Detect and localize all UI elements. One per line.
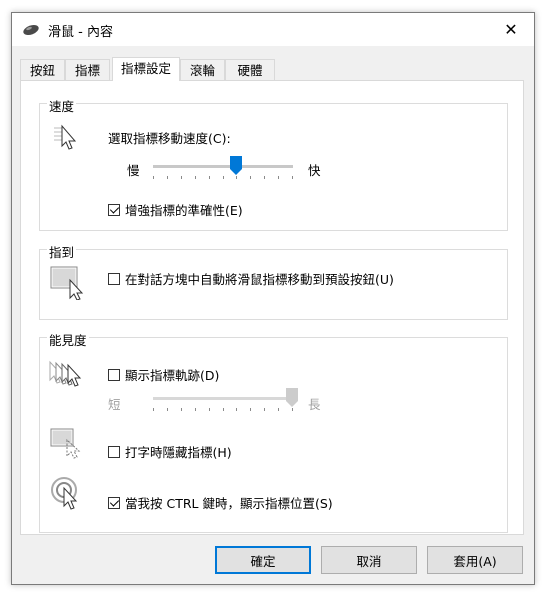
speed-slow-label: 慢 (127, 163, 140, 178)
speed-fast-label: 快 (308, 163, 321, 178)
slider-tick (278, 408, 279, 411)
speed-label: 選取指標移動速度(C): (108, 131, 231, 146)
tab-hardware[interactable]: 硬體 (225, 59, 275, 80)
mouse-properties-window: 滑鼠 - 內容 ✕ 按鈕 指標 指標設定 滾輪 硬體 速度 選取指標移動速度(C… (11, 12, 535, 585)
trails-slider-ticks (153, 408, 293, 412)
show-location-icon (51, 477, 78, 510)
slider-tick (209, 408, 210, 411)
speed-slider-track (153, 165, 293, 168)
pointer-speed-icon (54, 124, 77, 150)
speed-slider[interactable] (153, 156, 293, 184)
slider-tick (181, 176, 182, 179)
cancel-button[interactable]: 取消 (321, 546, 417, 574)
snap-to-group: 指到 在對話方塊中自動將滑鼠指標移動到預設按鈕(U) (39, 242, 508, 320)
slider-tick (264, 176, 265, 179)
slider-tick (236, 408, 237, 411)
slider-tick (236, 176, 237, 179)
speed-slider-ticks (153, 176, 293, 180)
enhance-precision-row[interactable]: 增強指標的準確性(E) (108, 200, 243, 219)
slider-tick (195, 176, 196, 179)
apply-button[interactable]: 套用(A) (427, 546, 523, 574)
tab-wheel[interactable]: 滾輪 (180, 59, 225, 80)
show-location-checkbox[interactable] (108, 496, 120, 509)
title-bar: 滑鼠 - 內容 ✕ (12, 13, 534, 46)
snap-to-group-title: 指到 (47, 242, 77, 261)
enhance-precision-label: 增強指標的準確性(E) (125, 203, 243, 218)
show-location-row[interactable]: 當我按 CTRL 鍵時，顯示指標位置(S) (108, 493, 333, 512)
pointer-trails-label: 顯示指標軌跡(D) (125, 368, 220, 383)
speed-slider-thumb[interactable] (230, 156, 242, 176)
close-icon: ✕ (504, 20, 518, 39)
slider-tick (153, 408, 154, 411)
hide-while-typing-checkbox[interactable] (108, 445, 120, 458)
slider-tick (153, 176, 154, 179)
visibility-group: 能見度 顯示指標軌跡(D) 短 長 打字時隱藏指標(H) 當我按 CTRL 鍵時… (39, 330, 508, 533)
speed-group-title: 速度 (47, 96, 77, 115)
speed-group: 速度 選取指標移動速度(C): 慢 快 增強指標的準確性(E) (39, 96, 508, 231)
slider-tick (209, 176, 210, 179)
trails-short-label: 短 (108, 397, 121, 412)
hide-while-typing-label: 打字時隱藏指標(H) (125, 445, 232, 460)
pointer-trails-icon (49, 360, 82, 387)
tab-page: 速度 選取指標移動速度(C): 慢 快 增強指標的準確性(E) 指到 在對話方塊… (20, 80, 524, 535)
slider-tick (264, 408, 265, 411)
visibility-group-title: 能見度 (47, 330, 89, 349)
slider-tick (167, 408, 168, 411)
slider-tick (181, 408, 182, 411)
hide-pointer-icon (50, 428, 81, 459)
show-location-label: 當我按 CTRL 鍵時，顯示指標位置(S) (125, 496, 333, 511)
close-button[interactable]: ✕ (488, 13, 534, 46)
snap-to-row[interactable]: 在對話方塊中自動將滑鼠指標移動到預設按鈕(U) (108, 269, 394, 288)
tab-pointers[interactable]: 指標 (65, 59, 110, 80)
snap-to-icon (50, 266, 84, 300)
snap-to-label: 在對話方塊中自動將滑鼠指標移動到預設按鈕(U) (125, 272, 394, 287)
snap-to-checkbox[interactable] (108, 272, 120, 285)
pointer-trails-row[interactable]: 顯示指標軌跡(D) (108, 365, 219, 384)
slider-tick (250, 176, 251, 179)
slider-tick (292, 408, 293, 411)
slider-tick (167, 176, 168, 179)
slider-tick (292, 176, 293, 179)
trails-slider[interactable] (153, 388, 298, 416)
tab-buttons[interactable]: 按鈕 (20, 59, 65, 80)
tab-pointer-options[interactable]: 指標設定 (112, 57, 180, 81)
hide-while-typing-row[interactable]: 打字時隱藏指標(H) (108, 442, 232, 461)
slider-tick (278, 176, 279, 179)
mouse-icon (23, 24, 39, 36)
slider-tick (223, 408, 224, 411)
trails-long-label: 長 (308, 397, 321, 412)
pointer-trails-checkbox[interactable] (108, 368, 120, 381)
window-title: 滑鼠 - 內容 (48, 25, 113, 40)
enhance-precision-checkbox[interactable] (108, 203, 120, 216)
slider-tick (195, 408, 196, 411)
ok-button[interactable]: 確定 (215, 546, 311, 574)
slider-tick (223, 176, 224, 179)
trails-slider-track (153, 397, 293, 400)
trails-slider-thumb[interactable] (286, 388, 298, 408)
speed-label-row: 選取指標移動速度(C): (108, 128, 231, 147)
slider-tick (250, 408, 251, 411)
